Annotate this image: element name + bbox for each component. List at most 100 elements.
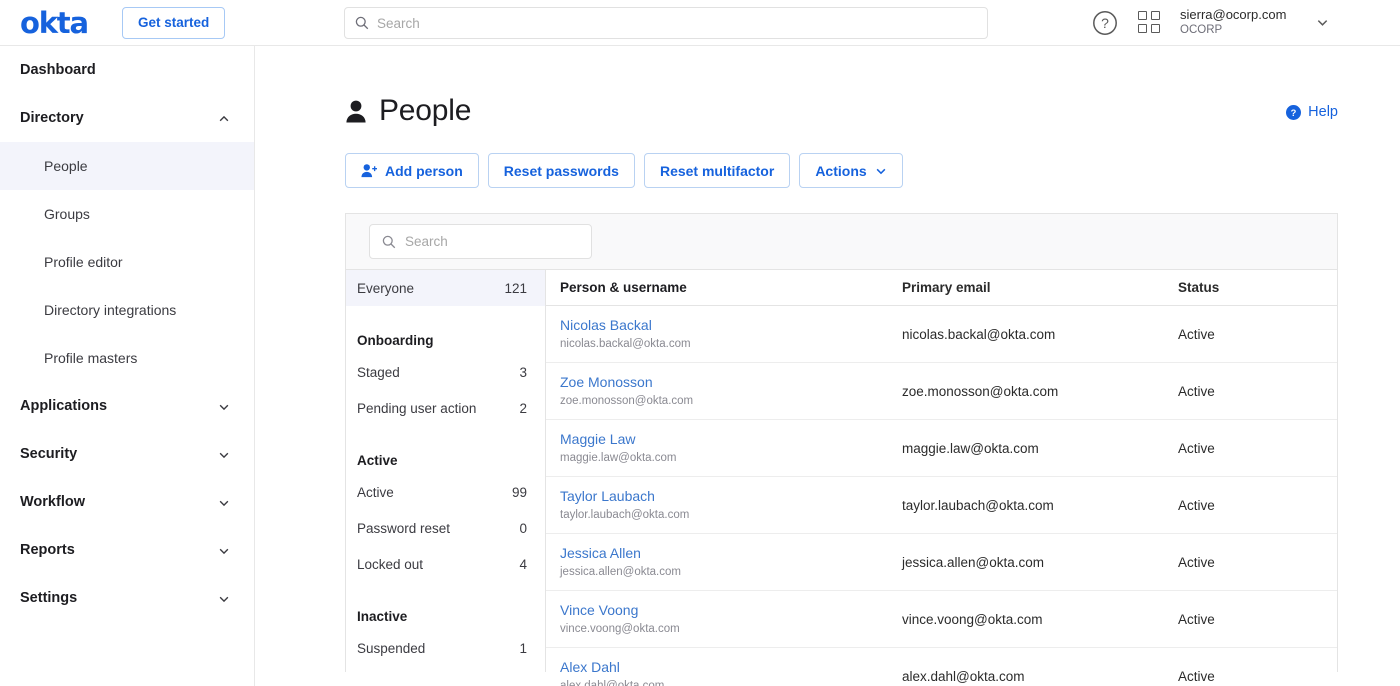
chevron-down-icon[interactable] [218, 497, 230, 509]
apps-grid-icon[interactable] [1138, 11, 1162, 35]
sidebar-item-directory-integrations[interactable]: Directory integrations [0, 286, 254, 334]
cell-primary-email: jessica.allen@okta.com [902, 554, 1045, 570]
global-search-input[interactable]: Search [344, 7, 988, 39]
filter-group-label: Inactive [357, 609, 408, 624]
sidebar-item-people[interactable]: People [0, 142, 254, 190]
sidebar-item-label: Profile masters [44, 350, 138, 366]
sidebar-item-label: Dashboard [20, 62, 96, 78]
cell-status: Active [1178, 497, 1215, 513]
user-account-menu[interactable]: sierra@ocorp.com OCORP [1180, 6, 1286, 38]
person-name-link[interactable]: Taylor Laubach [560, 487, 902, 506]
sidebar-item-directory[interactable]: Directory [0, 94, 254, 142]
filter-item-suspended[interactable]: Suspended 1 [346, 630, 545, 666]
filter-item-locked-out[interactable]: Locked out 4 [346, 546, 545, 582]
button-label: Add person [385, 162, 463, 179]
sidebar-item-reports[interactable]: Reports [0, 526, 254, 574]
filter-item-everyone[interactable]: Everyone 121 [346, 270, 545, 306]
chevron-down-icon[interactable] [218, 593, 230, 605]
apps-grid-cell [1138, 24, 1147, 33]
cell-person: Maggie Law maggie.law@okta.com [546, 430, 902, 466]
cell-person: Nicolas Backal nicolas.backal@okta.com [546, 316, 902, 352]
cell-person: Alex Dahl alex.dahl@okta.com [546, 658, 902, 686]
cell-status: Active [1178, 611, 1215, 627]
page-header: People [345, 94, 471, 128]
person-name-link[interactable]: Vince Voong [560, 601, 902, 620]
help-circle-icon[interactable]: ? [1092, 10, 1118, 36]
people-table: Person & username Primary email Status N… [546, 270, 1337, 686]
table-row: Zoe Monosson zoe.monosson@okta.com zoe.mon… [546, 363, 1337, 420]
chevron-down-icon[interactable] [1316, 16, 1329, 29]
cell-primary-email: alex.dahl@okta.com [902, 668, 1025, 684]
filter-item-label: Suspended [357, 640, 426, 656]
user-org: OCORP [1180, 24, 1223, 36]
cell-person: Zoe Monosson zoe.monosson@okta.com [546, 373, 902, 409]
filter-item-count: 1 [519, 640, 527, 656]
cell-primary-email: nicolas.backal@okta.com [902, 326, 1056, 342]
sidebar-item-groups[interactable]: Groups [0, 190, 254, 238]
card-search-bar: Search [346, 214, 1337, 270]
table-row: Taylor Laubach taylor.laubach@okta.com tay… [546, 477, 1337, 534]
person-username: vince.voong@okta.com [560, 623, 680, 635]
reset-multifactor-button[interactable]: Reset multifactor [643, 153, 791, 188]
people-card: Search Everyone 121 Onboarding Staged 3 Pendi… [345, 213, 1338, 686]
sidebar-item-applications[interactable]: Applications [0, 382, 254, 430]
sidebar-item-settings[interactable]: Settings [0, 574, 254, 622]
filter-spacer [346, 426, 545, 438]
get-started-button[interactable]: Get started [122, 7, 226, 39]
filter-group-heading: Onboarding [346, 318, 545, 354]
sidebar-item-label: Reports [20, 542, 75, 558]
person-name-link[interactable]: Alex Dahl [560, 658, 902, 677]
top-bar: okta Get started Search ? sierra@ocorp.c… [0, 0, 1400, 46]
chevron-down-icon[interactable] [218, 401, 230, 413]
add-person-button[interactable]: Add person [345, 153, 479, 188]
person-username: alex.dahl@okta.com [560, 680, 665, 686]
apps-grid-cell [1151, 24, 1160, 33]
cell-status: Active [1178, 326, 1215, 342]
cell-primary-email: vince.voong@okta.com [902, 611, 1043, 627]
filter-item-label: Password reset [357, 520, 451, 536]
okta-logo[interactable]: okta [20, 8, 89, 38]
actions-button[interactable]: Actions [799, 153, 903, 188]
chevron-down-icon[interactable] [218, 545, 230, 557]
sidebar-item-security[interactable]: Security [0, 430, 254, 478]
sidebar-item-dashboard[interactable]: Dashboard [0, 46, 254, 94]
sidebar-item-profile-editor[interactable]: Profile editor [0, 238, 254, 286]
people-search-input[interactable]: Search [369, 224, 592, 259]
filter-item-password-reset[interactable]: Password reset 0 [346, 510, 545, 546]
filter-item-count: 99 [511, 484, 527, 500]
person-name-link[interactable]: Maggie Law [560, 430, 902, 449]
global-search-placeholder: Search [377, 15, 420, 31]
filter-item-label: Pending user action [357, 400, 477, 416]
person-name-link[interactable]: Nicolas Backal [560, 316, 902, 335]
filter-spacer [346, 306, 545, 318]
page-title: People [379, 94, 472, 127]
person-name-link[interactable]: Zoe Monosson [560, 373, 902, 392]
person-name-link[interactable]: Jessica Allen [560, 544, 902, 563]
svg-text:?: ? [1101, 15, 1109, 31]
sidebar-item-label: Directory integrations [44, 302, 177, 318]
filter-item-active[interactable]: Active 99 [346, 474, 545, 510]
cell-person: Taylor Laubach taylor.laubach@okta.com [546, 487, 902, 523]
sidebar-item-profile-masters[interactable]: Profile masters [0, 334, 254, 382]
sidebar-item-workflow[interactable]: Workflow [0, 478, 254, 526]
column-header-person: Person & username [560, 280, 687, 295]
button-label: Actions [815, 162, 867, 179]
sidebar-item-label: Directory [20, 110, 84, 126]
help-info-icon: ? [1286, 104, 1302, 120]
status-filter-rail: Everyone 121 Onboarding Staged 3 Pending user… [346, 270, 546, 672]
cell-status: Active [1178, 383, 1215, 399]
filter-group-label: Onboarding [357, 333, 434, 348]
chevron-down-icon[interactable] [218, 449, 230, 461]
reset-passwords-button[interactable]: Reset passwords [487, 153, 635, 188]
filter-item-count: 4 [519, 556, 527, 572]
person-username: jessica.allen@okta.com [560, 566, 681, 578]
filter-item-staged[interactable]: Staged 3 [346, 354, 545, 390]
main-content: People ? Help Add person Reset passwords R… [255, 46, 1400, 686]
table-row: Maggie Law maggie.law@okta.com maggie.law@… [546, 420, 1337, 477]
search-icon [355, 16, 369, 30]
help-link[interactable]: ? Help [1286, 104, 1338, 120]
search-icon [382, 235, 396, 248]
chevron-up-icon[interactable] [218, 113, 230, 125]
filter-item-pending-user-action[interactable]: Pending user action 2 [346, 390, 545, 426]
sidebar-item-label: Profile editor [44, 254, 123, 270]
